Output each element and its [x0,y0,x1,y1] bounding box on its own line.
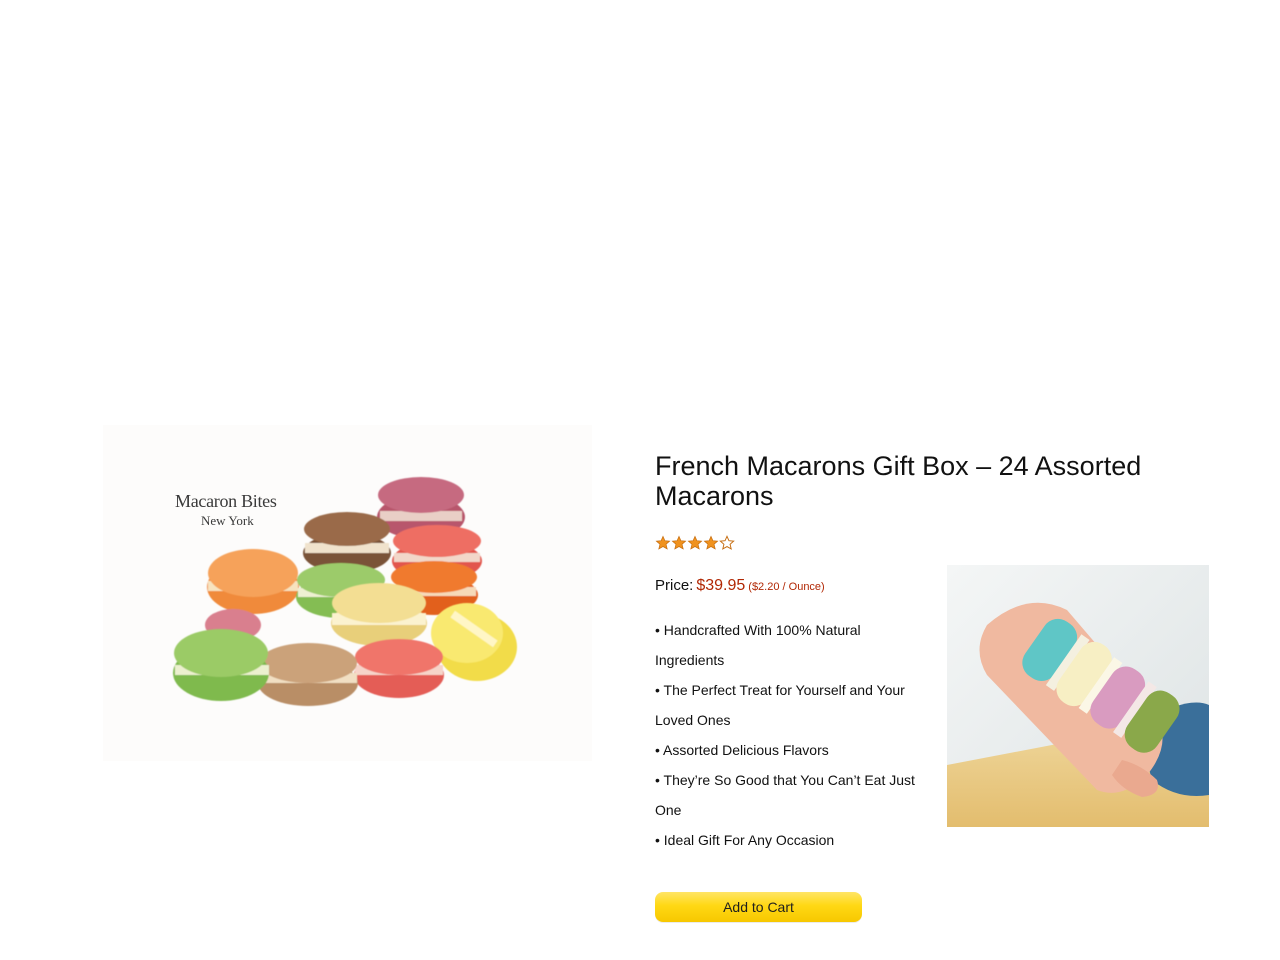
star-icon [655,535,671,550]
feature-bullets: • Handcrafted With 100% Natural Ingredie… [655,615,923,855]
macarons-pile-image [173,477,517,706]
star-icon [687,535,703,550]
brand-logo: Macaron Bites New York [175,491,277,529]
star-icon [703,535,719,550]
price-value: $39.95 [696,577,746,594]
hand-holding-macarons-image [947,565,1209,827]
star-outline-icon [719,535,735,550]
brand-name: Macaron Bites [175,491,277,511]
star-icon [671,535,687,550]
main-product-image[interactable]: Macaron Bites New York [103,425,592,761]
price-label: Price: [655,577,694,594]
add-to-cart-button[interactable]: Add to Cart [655,892,862,922]
unit-price: ($2.20 / Ounce) [748,581,825,593]
feature-bullet: • Assorted Delicious Flavors [655,742,829,758]
feature-bullet: • The Perfect Treat for Yourself and You… [655,682,905,728]
secondary-product-image[interactable] [947,565,1209,827]
brand-city: New York [201,513,254,528]
feature-bullet: • They’re So Good that You Can’t Eat Jus… [655,772,915,818]
product-page: Macaron Bites New York French Macarons G… [0,0,1280,960]
product-title: French Macarons Gift Box – 24 Assorted M… [655,451,1142,511]
price-line: Price: $39.95 ($2.20 / Ounce) [655,577,825,595]
feature-bullet: • Ideal Gift For Any Occasion [655,832,835,848]
feature-bullet: • Handcrafted With 100% Natural Ingredie… [655,622,861,668]
star-rating[interactable] [655,535,735,551]
